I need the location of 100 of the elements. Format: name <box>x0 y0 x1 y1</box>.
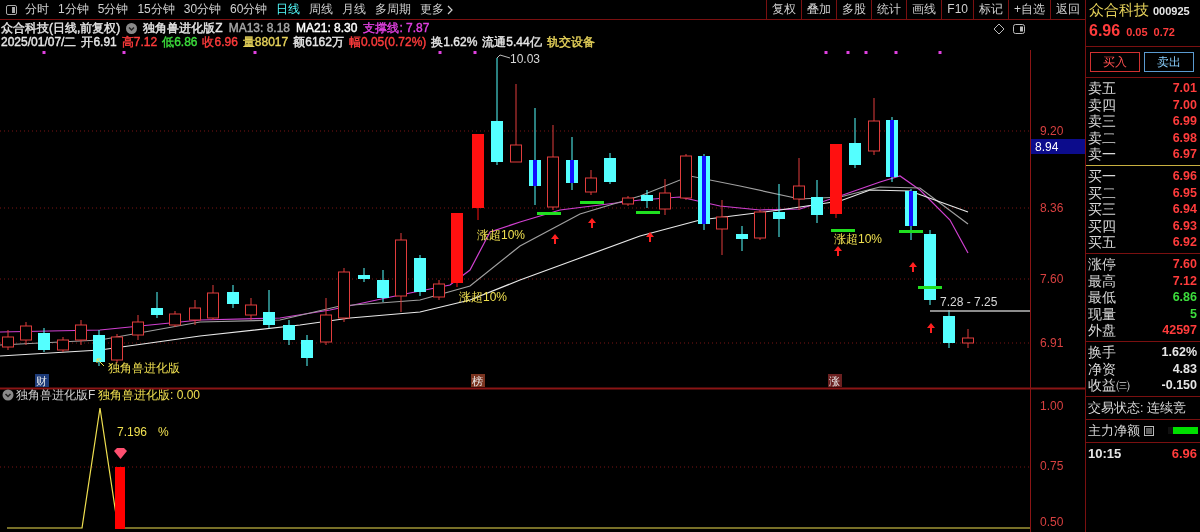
candlestick <box>680 153 692 201</box>
candlestick <box>189 299 201 326</box>
daily-stat: 2025/01/07/二 <box>1 35 77 49</box>
daily-stat: 开6.91 <box>81 35 117 49</box>
quote-value: 5 <box>1190 305 1197 323</box>
period-tab[interactable]: 15分钟 <box>137 1 175 18</box>
dropdown-icon[interactable] <box>126 22 138 34</box>
up-arrow-icon <box>551 234 559 244</box>
signal-tick <box>636 211 660 214</box>
candlestick <box>793 157 805 211</box>
quote-label: 买三 <box>1088 201 1116 218</box>
current-price-tag: 8.94 <box>1031 139 1085 154</box>
quote-label: 收益㈢ <box>1088 377 1130 394</box>
quote-label: 净资 <box>1088 360 1116 378</box>
candlestick <box>338 267 350 323</box>
quote-label: 卖三 <box>1088 113 1116 130</box>
indicator-bar <box>115 467 125 529</box>
stock-code: 000925 <box>1153 5 1190 17</box>
up-arrow-icon <box>834 246 842 256</box>
dropdown-icon[interactable] <box>2 389 14 401</box>
quote-label: 买四 <box>1088 217 1116 235</box>
quote-label: 涨停 <box>1088 255 1116 273</box>
axis-label: 6.91 <box>1040 336 1064 350</box>
indicator-name: 独角兽进化版F <box>16 388 96 402</box>
chevron-icon <box>447 4 454 15</box>
toolbar-button[interactable]: 返回 <box>1050 0 1085 19</box>
candlestick <box>716 199 728 256</box>
period-tab[interactable]: 月线 <box>342 1 367 18</box>
candlestick <box>943 309 955 349</box>
quote-label: 主力净额 <box>1088 421 1140 440</box>
tick-time: 10:15 <box>1088 445 1122 461</box>
candlestick <box>75 319 87 346</box>
candlestick <box>585 169 597 196</box>
event-marker[interactable]: 榜 <box>471 374 485 387</box>
signal-tick <box>537 212 561 215</box>
list-icon <box>1144 425 1154 436</box>
period-tab[interactable]: 日线 <box>276 1 301 18</box>
daily-stat: 换1.62% <box>431 35 478 49</box>
candlestick <box>227 284 239 309</box>
more-menu[interactable]: 更多 <box>420 1 454 18</box>
axis-label: 1.00 <box>1040 399 1064 413</box>
period-tab[interactable]: 5分钟 <box>97 1 129 18</box>
candlestick <box>754 209 766 241</box>
buy-button[interactable]: 买入 <box>1090 52 1140 72</box>
candlestick <box>886 116 898 183</box>
daily-stat: 高7.12 <box>121 35 158 49</box>
event-marker[interactable]: 财 <box>35 374 49 387</box>
up-arrow-icon <box>588 218 596 228</box>
quote-value: 42597 <box>1162 322 1197 339</box>
candlestick <box>93 329 105 367</box>
toolbar-button[interactable]: +自选 <box>1008 0 1050 19</box>
quote-value: 6.99 <box>1172 113 1197 130</box>
toolbar-button[interactable]: F10 <box>941 0 973 19</box>
panel-icon[interactable] <box>1013 24 1025 34</box>
daily-stat: 收6.96 <box>202 35 238 49</box>
indicator-peak-value: 7.196 <box>117 425 148 439</box>
period-tab[interactable]: 周线 <box>309 1 334 18</box>
quote-value: 1.62% <box>1161 343 1197 361</box>
period-tab[interactable]: 分时 <box>25 1 49 18</box>
period-tab[interactable]: 60分钟 <box>230 1 268 18</box>
trade-status: 交易状态: 连续竞 <box>1086 396 1200 420</box>
toolbar-button[interactable]: 叠加 <box>801 0 837 19</box>
signal-tick <box>918 286 942 289</box>
up-arrow-icon <box>927 323 935 333</box>
price-change: 0.05 <box>1126 26 1148 38</box>
candlestick <box>132 314 144 341</box>
candlestick <box>111 333 123 364</box>
candlestick <box>2 329 14 351</box>
daily-stat: 流通5.44亿 <box>482 35 542 49</box>
period-tab[interactable]: 30分钟 <box>183 1 222 18</box>
daily-stat: 幅0.05(0.72%) <box>348 35 427 49</box>
quote-value: 7.12 <box>1172 272 1197 290</box>
indicator-note: 独角兽进化版 <box>108 361 180 375</box>
sell-button[interactable]: 卖出 <box>1144 52 1194 72</box>
toolbar-button[interactable]: 多股 <box>836 0 872 19</box>
panel-toggle-icon[interactable] <box>6 4 17 15</box>
period-tab[interactable]: 1分钟 <box>58 1 89 18</box>
candlestick <box>38 327 50 353</box>
quote-value: 6.98 <box>1172 129 1197 147</box>
toolbar-button[interactable]: 标记 <box>973 0 1008 19</box>
signal-label: 涨超10% <box>834 232 883 246</box>
quote-value: 6.94 <box>1172 201 1197 218</box>
indicator-value: MA13: 8.18 <box>228 21 291 35</box>
candlestick <box>604 152 616 185</box>
axis-label: 0.50 <box>1040 515 1064 529</box>
toolbar-button[interactable]: 统计 <box>871 0 907 19</box>
candlestick <box>773 183 785 238</box>
quote-label: 卖四 <box>1088 96 1116 114</box>
candlestick <box>283 319 295 346</box>
stock-title: 众合科技(日线,前复权) <box>1 21 121 35</box>
toolbar-button[interactable]: 复权 <box>766 0 802 19</box>
quote-label: 最高 <box>1088 272 1116 290</box>
price-range-label: 7.28 - 7.25 <box>940 295 998 309</box>
period-tab[interactable]: 多周期 <box>375 1 412 18</box>
quote-label: 换手 <box>1088 343 1116 361</box>
event-marker[interactable]: 涨 <box>828 374 842 387</box>
toolbar-button[interactable]: 画线 <box>906 0 942 19</box>
candlestick <box>659 178 671 216</box>
quote-value: 7.01 <box>1172 80 1197 97</box>
candlestick <box>301 334 313 367</box>
